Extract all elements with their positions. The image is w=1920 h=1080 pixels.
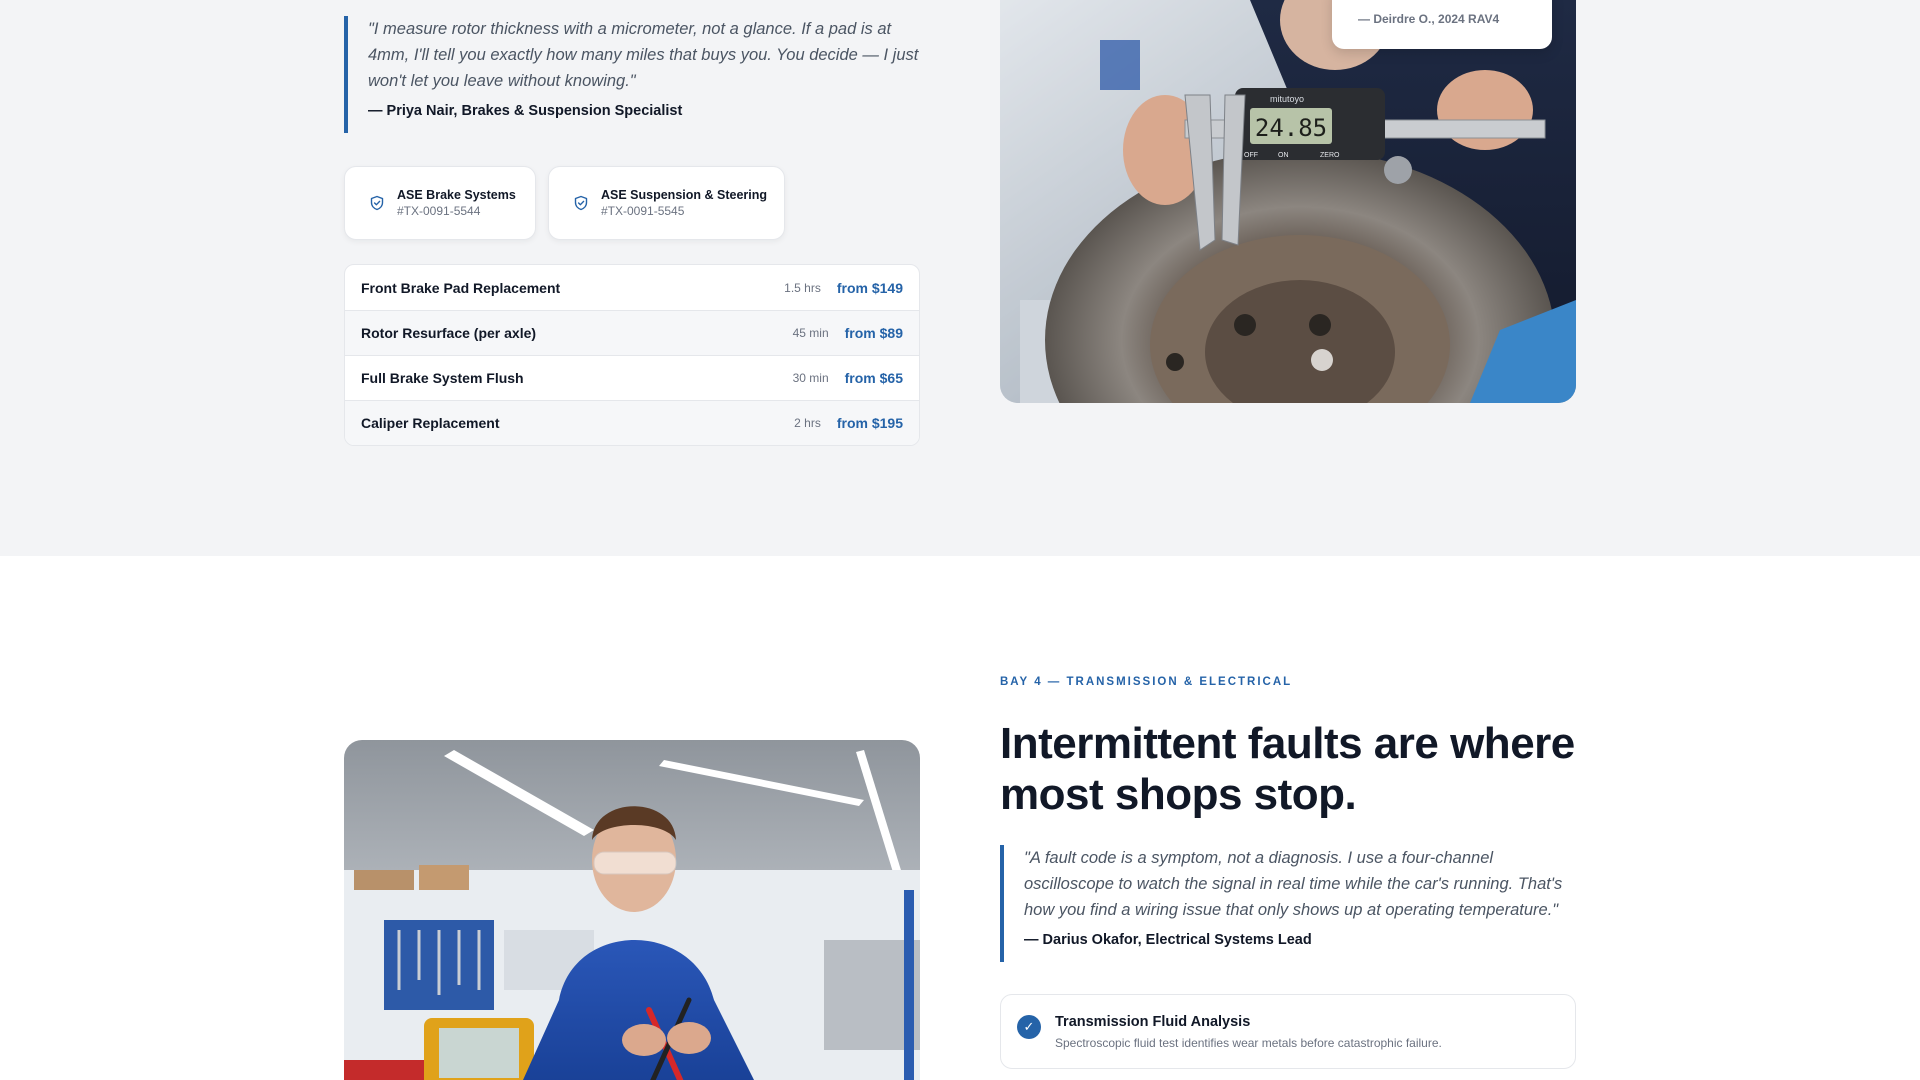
quote-text: "A fault code is a symptom, not a diagno… (1024, 849, 1563, 919)
caliper-readout: 24.85 (1255, 114, 1327, 142)
quote-text: "I measure rotor thickness with a microm… (368, 20, 919, 90)
cert-badge-brake-systems: ASE Brake Systems #TX-0091-5544 (344, 166, 536, 240)
shield-icon (574, 195, 588, 211)
cert-number: #TX-0091-5544 (397, 204, 481, 218)
service-row: Full Brake System Flush 30 min from $65 (345, 355, 919, 400)
service-price: from $149 (836, 279, 903, 296)
review-author: — Deirdre O., 2024 RAV4 (1358, 12, 1500, 26)
service-price: from $65 (844, 370, 903, 386)
quote-author: — Priya Nair, Brakes & Suspension Specia… (368, 103, 683, 119)
service-name: Caliper Replacement (361, 415, 500, 431)
service-row: Caliper Replacement 2 hrs from $195 (345, 400, 919, 445)
service-time: 2 hrs (794, 416, 821, 430)
cert-number: #TX-0091-5545 (601, 204, 685, 218)
caliper-button-zero: ZERO (1320, 152, 1340, 159)
caliper-brand: mitutoyo (1270, 94, 1304, 104)
brake-rotor-photo: 24.85 mitutoyo OFF ON ZERO (1000, 0, 1576, 403)
feature-title: Transmission Fluid Analysis (1055, 1014, 1251, 1030)
shield-icon (370, 195, 384, 211)
quote-author: — Darius Okafor, Electrical Systems Lead (1024, 932, 1312, 948)
service-price: from $195 (836, 415, 903, 431)
service-row: Front Brake Pad Replacement 1.5 hrs from… (345, 265, 919, 310)
feature-description: Spectroscopic fluid test identifies wear… (1055, 1036, 1442, 1050)
caliper-button-on: ON (1278, 152, 1289, 159)
service-name: Front Brake Pad Replacement (361, 279, 561, 296)
brakes-section (0, 0, 1920, 556)
electrical-quote: "A fault code is a symptom, not a diagno… (1000, 845, 1576, 962)
caliper-button-off: OFF (1244, 152, 1258, 159)
service-time: 1.5 hrs (784, 280, 821, 295)
service-name: Rotor Resurface (per axle) (361, 325, 537, 341)
check-icon: ✓ (1017, 1015, 1041, 1039)
section-eyebrow: BAY 4 — TRANSMISSION & ELECTRICAL (1000, 676, 1293, 688)
brake-rotor-illustration: 24.85 mitutoyo OFF ON ZERO (1000, 0, 1576, 403)
service-row: Rotor Resurface (per axle) 45 min from $… (345, 310, 919, 355)
electrical-technician-illustration (344, 740, 920, 1080)
feature-card-transmission-fluid: ✓ Transmission Fluid Analysis Spectrosco… (1000, 994, 1576, 1069)
service-time: 45 min (792, 326, 829, 340)
section-headline: Intermittent faults are where most shops… (1000, 719, 1575, 819)
cert-name: ASE Brake Systems (397, 188, 516, 202)
service-time: 30 min (792, 371, 829, 385)
review-card: — Deirdre O., 2024 RAV4 (1332, 0, 1552, 49)
service-name: Full Brake System Flush (361, 370, 524, 386)
brakes-quote: "I measure rotor thickness with a microm… (344, 16, 920, 133)
electrical-technician-photo (344, 740, 920, 1080)
service-price: from $89 (844, 325, 903, 341)
cert-badge-suspension-steering: ASE Suspension & Steering #TX-0091-5545 (548, 166, 785, 240)
service-price-table: Front Brake Pad Replacement 1.5 hrs from… (344, 264, 920, 446)
cert-name: ASE Suspension & Steering (601, 188, 768, 202)
